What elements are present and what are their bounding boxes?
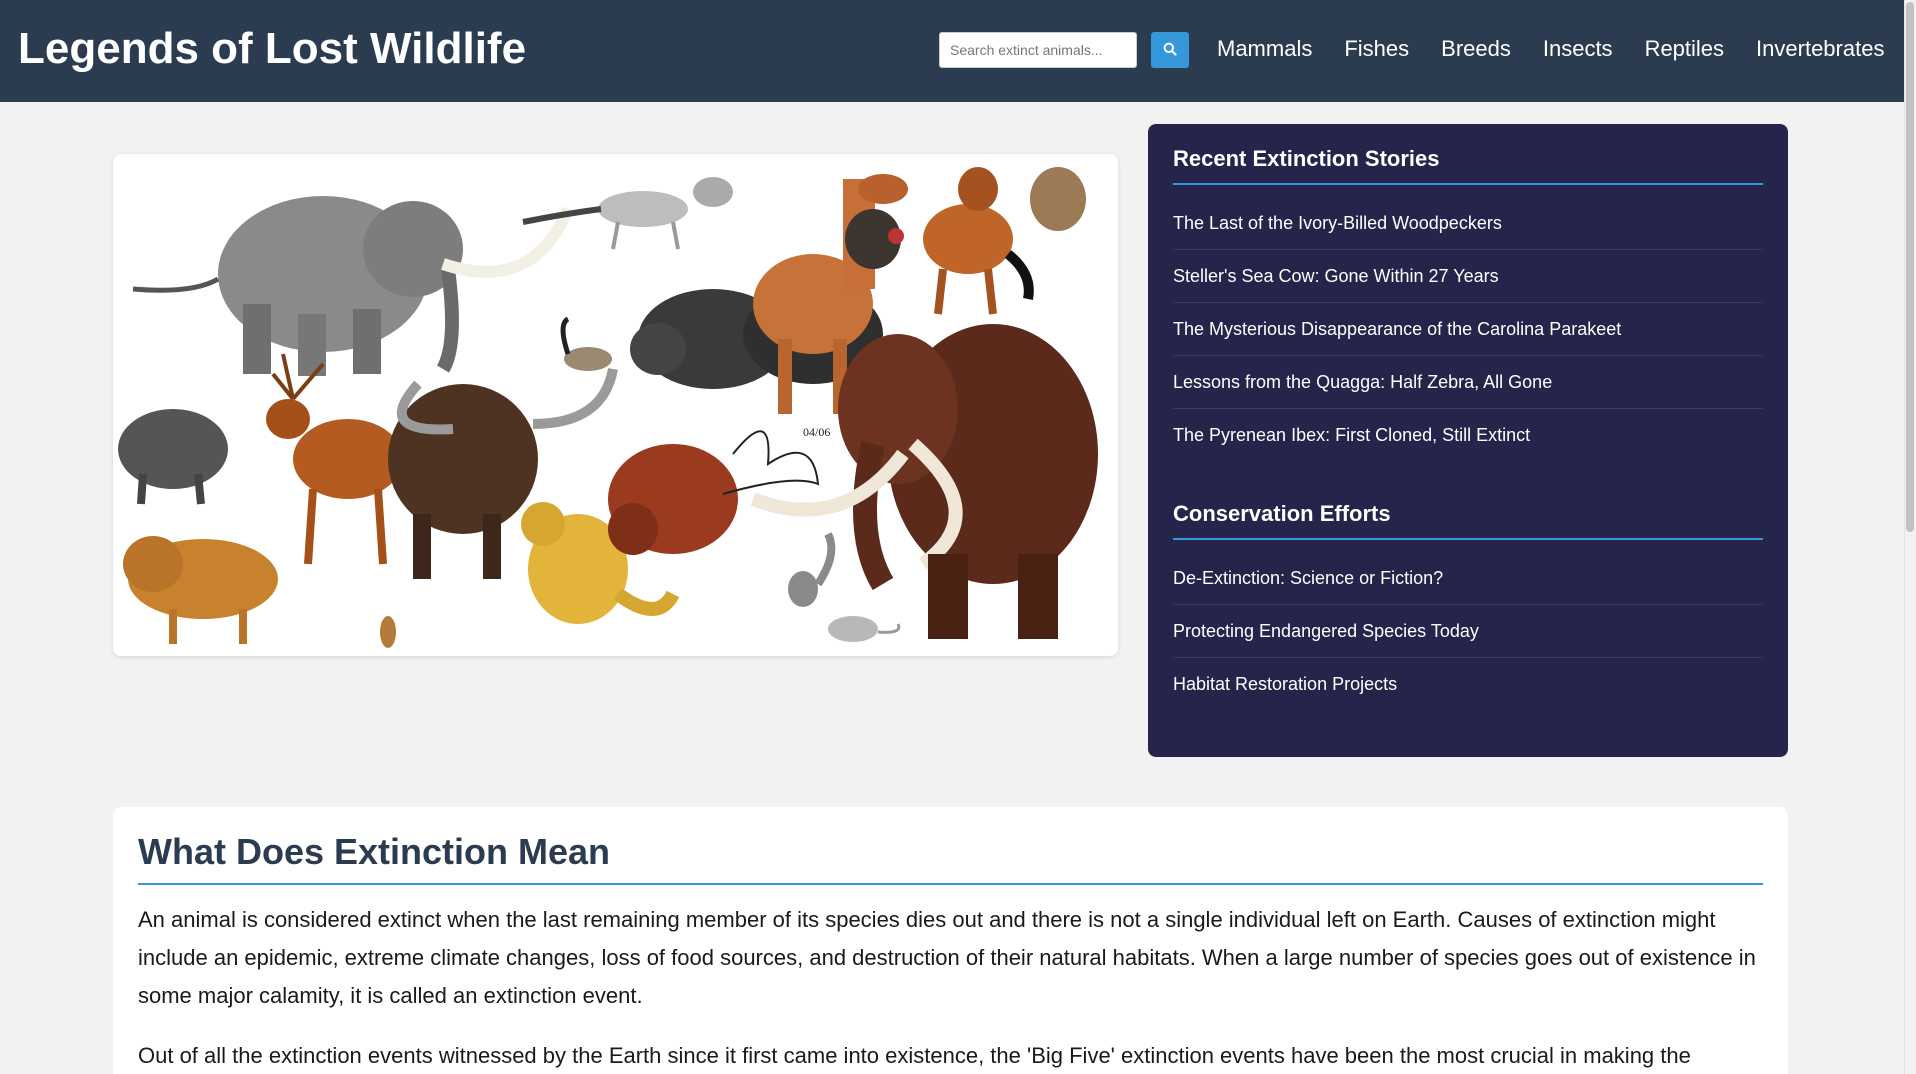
- sidebar: Recent Extinction Stories The Last of th…: [1148, 124, 1788, 757]
- site-title[interactable]: Legends of Lost Wildlife: [18, 24, 526, 74]
- main-nav: Mammals Fishes Breeds Insects Reptiles I…: [1217, 36, 1884, 62]
- article-heading: What Does Extinction Mean: [138, 831, 1763, 885]
- scrollbar-thumb[interactable]: [1906, 2, 1914, 532]
- list-item: The Mysterious Disappearance of the Caro…: [1173, 303, 1763, 356]
- nav-link-invertebrates[interactable]: Invertebrates: [1756, 36, 1884, 62]
- list-item: Habitat Restoration Projects: [1173, 658, 1763, 710]
- list-item: De-Extinction: Science or Fiction?: [1173, 552, 1763, 605]
- signature-date: 04/06: [803, 425, 830, 439]
- beaver-figure: [1030, 167, 1086, 231]
- story-link[interactable]: The Pyrenean Ibex: First Cloned, Still E…: [1173, 409, 1763, 461]
- list-item: Steller's Sea Cow: Gone Within 27 Years: [1173, 250, 1763, 303]
- conservation-link[interactable]: Protecting Endangered Species Today: [1173, 605, 1763, 657]
- story-link[interactable]: Lessons from the Quagga: Half Zebra, All…: [1173, 356, 1763, 408]
- section-heading-recent-stories: Recent Extinction Stories: [1173, 146, 1763, 185]
- list-item: The Last of the Ivory-Billed Woodpeckers: [1173, 197, 1763, 250]
- story-link[interactable]: The Last of the Ivory-Billed Woodpeckers: [1173, 197, 1763, 249]
- conservation-link[interactable]: Habitat Restoration Projects: [1173, 658, 1763, 710]
- search-input[interactable]: [939, 32, 1137, 68]
- nav-link-insects[interactable]: Insects: [1543, 36, 1613, 62]
- site-header: Legends of Lost Wildlife Mammals Fishes …: [0, 0, 1904, 102]
- article-paragraph: An animal is considered extinct when the…: [138, 907, 1756, 1008]
- article-section: What Does Extinction Mean An animal is c…: [113, 807, 1788, 1074]
- story-link[interactable]: Steller's Sea Cow: Gone Within 27 Years: [1173, 250, 1763, 302]
- nav-link-mammals[interactable]: Mammals: [1217, 36, 1312, 62]
- conservation-list: De-Extinction: Science or Fiction? Prote…: [1173, 552, 1763, 710]
- search-icon: [1163, 42, 1177, 59]
- nav-link-breeds[interactable]: Breeds: [1441, 36, 1511, 62]
- nav-link-reptiles[interactable]: Reptiles: [1645, 36, 1724, 62]
- story-link[interactable]: The Mysterious Disappearance of the Caro…: [1173, 303, 1763, 355]
- search-button[interactable]: [1151, 32, 1189, 68]
- extinct-animals-illustration: 04/06: [113, 154, 1118, 656]
- section-heading-conservation: Conservation Efforts: [1173, 501, 1763, 540]
- small-rodent-figure: [380, 616, 396, 648]
- conservation-link[interactable]: De-Extinction: Science or Fiction?: [1173, 552, 1763, 604]
- list-item: Protecting Endangered Species Today: [1173, 605, 1763, 658]
- recent-stories-list: The Last of the Ivory-Billed Woodpeckers…: [1173, 197, 1763, 461]
- nav-link-fishes[interactable]: Fishes: [1344, 36, 1409, 62]
- list-item: The Pyrenean Ibex: First Cloned, Still E…: [1173, 409, 1763, 461]
- article-paragraph: Out of all the extinction events witness…: [138, 1043, 1691, 1068]
- hero-illustration: 04/06: [113, 154, 1118, 656]
- list-item: Lessons from the Quagga: Half Zebra, All…: [1173, 356, 1763, 409]
